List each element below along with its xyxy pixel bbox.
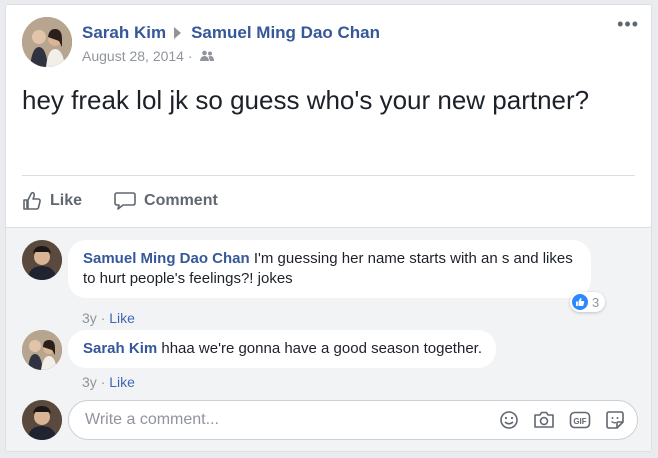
comment-time[interactable]: 3y — [82, 310, 97, 326]
comment-input[interactable] — [83, 410, 487, 430]
sticker-icon[interactable] — [605, 410, 625, 435]
divider — [22, 175, 635, 176]
svg-text:GIF: GIF — [573, 417, 586, 426]
post-date[interactable]: August 28, 2014 — [82, 48, 184, 64]
target-name[interactable]: Samuel Ming Dao Chan — [191, 23, 380, 42]
post-card: Sarah Kim Samuel Ming Dao Chan August 28,… — [5, 4, 652, 452]
author-name[interactable]: Sarah Kim — [82, 23, 166, 42]
avatar[interactable] — [22, 240, 62, 280]
friends-icon[interactable] — [200, 48, 215, 64]
comment-icon — [114, 192, 136, 210]
comment-bubble: Sarah Kim hhaa we're gonna have a good s… — [68, 330, 496, 368]
avatar[interactable] — [22, 17, 72, 67]
comment-meta: 3y · Like — [82, 374, 135, 390]
camera-icon[interactable] — [533, 410, 555, 435]
composer-tools: GIF — [485, 410, 625, 435]
meta-separator: · — [100, 374, 106, 390]
comments-area: Samuel Ming Dao Chan I'm guessing her na… — [6, 227, 651, 451]
more-options-icon[interactable]: ••• — [617, 15, 639, 33]
like-button[interactable]: Like — [22, 191, 82, 211]
avatar[interactable] — [22, 400, 62, 440]
comment-text: hhaa we're gonna have a good season toge… — [161, 340, 482, 357]
meta-separator: · — [187, 48, 193, 64]
arrow-right-icon — [174, 26, 182, 39]
emoji-icon[interactable] — [499, 410, 519, 435]
comment-like-link[interactable]: Like — [109, 310, 135, 326]
post-meta: August 28, 2014 · — [82, 48, 215, 65]
comment-bubble: Samuel Ming Dao Chan I'm guessing her na… — [68, 240, 591, 298]
comment-input-box[interactable]: GIF — [68, 400, 638, 440]
like-label: Like — [50, 192, 83, 209]
reaction-number: 3 — [592, 294, 600, 310]
comment-author[interactable]: Sarah Kim — [83, 340, 157, 357]
gif-icon[interactable]: GIF — [569, 410, 591, 435]
comment-time[interactable]: 3y — [82, 374, 97, 390]
comment-author[interactable]: Samuel Ming Dao Chan — [83, 250, 250, 267]
post-names: Sarah Kim Samuel Ming Dao Chan — [82, 23, 380, 43]
reaction-count[interactable]: 3 — [570, 292, 606, 312]
post-actions: Like Comment — [22, 183, 250, 219]
meta-separator: · — [100, 310, 106, 326]
post-text: hey freak lol jk so guess who's your new… — [22, 85, 590, 115]
like-reaction-icon — [572, 294, 588, 310]
comment-meta: 3y · Like — [82, 310, 135, 326]
comment-button[interactable]: Comment — [114, 191, 218, 211]
avatar[interactable] — [22, 330, 62, 370]
comment-like-link[interactable]: Like — [109, 374, 135, 390]
comment-label: Comment — [144, 192, 218, 209]
thumbs-up-icon — [23, 191, 41, 210]
